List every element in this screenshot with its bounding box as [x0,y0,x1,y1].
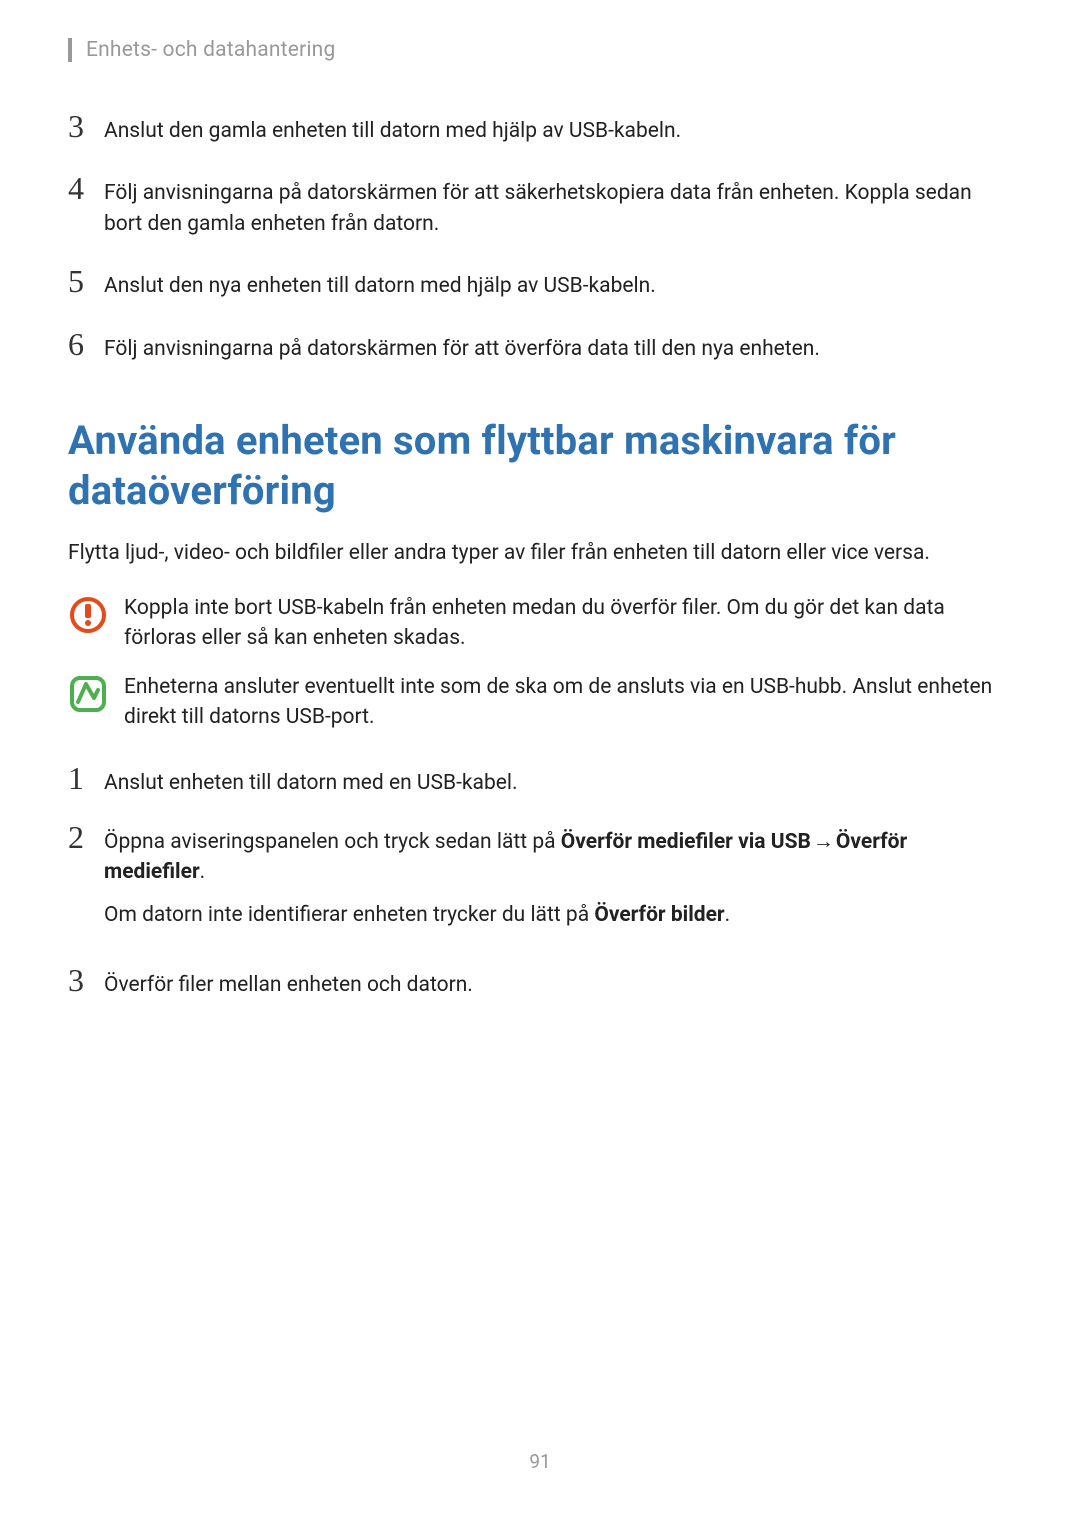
step-number: 6 [68,328,104,360]
info-note: Enheterna ansluter eventuellt inte som d… [68,672,1012,733]
steps-new: 1 Anslut enheten till datorn med en USB-… [68,762,1012,1000]
step-item: 4 Följ anvisningarna på datorskärmen för… [68,172,1012,239]
step-number: 1 [68,762,104,794]
step-text: Anslut den nya enheten till datorn med h… [104,265,656,301]
warning-text: Koppla inte bort USB-kabeln från enheten… [124,593,1012,654]
info-icon [68,674,108,714]
document-page: Enhets- och datahantering 3 Anslut den g… [0,0,1080,1001]
step2-pre: Öppna aviseringspanelen och tryck sedan … [104,830,561,854]
section-lead: Flytta ljud-, video- och bildfiler eller… [68,538,1012,568]
step-item: 5 Anslut den nya enheten till datorn med… [68,265,1012,301]
step-item: 3 Anslut den gamla enheten till datorn m… [68,110,1012,146]
step2-line2-period: . [725,903,731,927]
step-text: Följ anvisningarna på datorskärmen för a… [104,172,1012,239]
step-text: Anslut enheten till datorn med en USB-ka… [104,762,518,798]
step-item: 2 Öppna aviseringspanelen och tryck seda… [68,821,1012,942]
warning-icon [68,595,108,635]
step-number: 4 [68,172,104,204]
step-number: 3 [68,964,104,996]
section-heading: Använda enheten som flyttbar maskinvara … [68,416,1012,516]
step-number: 3 [68,110,104,142]
step-item: 6 Följ anvisningarna på datorskärmen för… [68,328,1012,364]
step-item: 1 Anslut enheten till datorn med en USB-… [68,762,1012,798]
arrow-icon: → [811,827,836,857]
step-text: Överför filer mellan enheten och datorn. [104,964,473,1000]
step2-bold1: Överför mediefiler via USB [561,830,811,854]
step2-line2-bold: Överför bilder [594,903,724,927]
step2-line2-pre: Om datorn inte identifierar enheten tryc… [104,903,594,927]
step-text: Anslut den gamla enheten till datorn med… [104,110,681,146]
header-rule [68,38,72,62]
step-text: Öppna aviseringspanelen och tryck sedan … [104,821,1012,942]
info-text: Enheterna ansluter eventuellt inte som d… [124,672,1012,733]
step2-period: . [200,860,206,884]
steps-continued: 3 Anslut den gamla enheten till datorn m… [68,110,1012,364]
step-number: 5 [68,265,104,297]
page-header: Enhets- och datahantering [68,38,1012,62]
step-text: Följ anvisningarna på datorskärmen för a… [104,328,820,364]
step-item: 3 Överför filer mellan enheten och dator… [68,964,1012,1000]
page-number: 91 [0,1450,1080,1473]
warning-note: Koppla inte bort USB-kabeln från enheten… [68,593,1012,654]
step-number: 2 [68,821,104,853]
header-title: Enhets- och datahantering [86,38,335,62]
